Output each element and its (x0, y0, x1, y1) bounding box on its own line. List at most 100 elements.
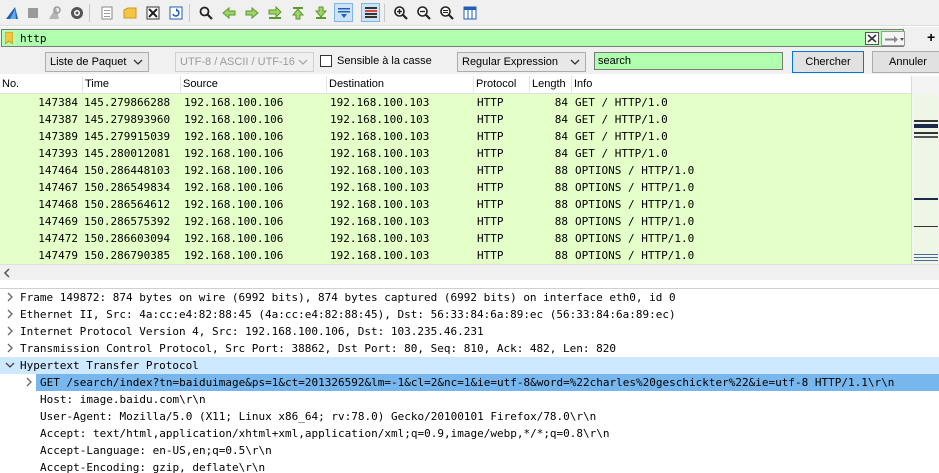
packet-protocol: HTTP (477, 164, 504, 177)
packet-row[interactable]: 147464 150.286448103 192.168.100.106 192… (0, 162, 911, 179)
gear-icon[interactable] (67, 3, 86, 22)
go-back-icon[interactable] (219, 3, 238, 22)
case-sensitive-checkbox[interactable] (320, 55, 332, 67)
go-first-icon[interactable] (288, 3, 307, 22)
tree-item-http-request-line[interactable]: GET /search/index?tn=baiduimage&ps=1&ct=… (0, 374, 939, 391)
chevron-down-icon[interactable] (5, 360, 15, 370)
tree-item-accept-encoding[interactable]: Accept-Encoding: gzip, deflate\r\n (0, 459, 939, 473)
main-toolbar (0, 0, 939, 26)
chevron-right-icon[interactable] (5, 309, 15, 319)
save-file-icon[interactable] (120, 3, 139, 22)
packet-row[interactable]: 147472 150.286603094 192.168.100.106 192… (0, 230, 911, 247)
packet-info: OPTIONS / HTTP/1.0 (575, 215, 695, 228)
packet-no: 147479 (38, 249, 78, 262)
search-input[interactable]: search (594, 52, 783, 70)
column-header-protocol[interactable]: Protocol (473, 76, 529, 94)
column-header-destination[interactable]: Destination (326, 76, 473, 94)
cancel-button[interactable]: Annuler (872, 51, 939, 73)
encoding-select[interactable]: UTF-8 / ASCII / UTF-16 (175, 52, 314, 72)
apply-filter-button[interactable] (881, 31, 905, 46)
restart-icon[interactable] (44, 3, 63, 22)
packet-row[interactable]: 147467 150.286549834 192.168.100.106 192… (0, 179, 911, 196)
packet-length: 88 (554, 249, 568, 262)
stop-icon[interactable] (23, 3, 42, 22)
tree-item-ipv4[interactable]: Internet Protocol Version 4, Src: 192.16… (0, 323, 939, 340)
display-filter-value: http (20, 32, 47, 45)
packet-time: 145.279915039 (84, 130, 171, 143)
chevron-right-icon[interactable] (5, 292, 15, 302)
packet-row[interactable]: 147468 150.286564612 192.168.100.106 192… (0, 196, 911, 213)
packet-time: 150.286448103 (84, 164, 171, 177)
packet-row[interactable]: 147393 145.280012081 192.168.100.106 192… (0, 145, 911, 162)
display-filter-bar: http + (0, 27, 939, 49)
search-type-select[interactable]: Regular Expression (457, 52, 586, 72)
packet-destination: 192.168.100.103 (330, 215, 430, 228)
tree-item-label: Frame 149872: 874 bytes on wire (6992 bi… (20, 291, 676, 304)
packet-protocol: HTTP (477, 181, 504, 194)
packet-source: 192.168.100.106 (184, 232, 284, 245)
zoom-out-icon[interactable] (414, 3, 433, 22)
find-icon[interactable] (196, 3, 215, 22)
packet-length: 84 (554, 113, 568, 126)
packet-row[interactable]: 147387 145.279893960 192.168.100.106 192… (0, 111, 911, 128)
packet-row[interactable]: 147384 145.279866288 192.168.100.106 192… (0, 94, 911, 111)
tree-item-ethernet[interactable]: Ethernet II, Src: 4a:cc:e4:82:88:45 (4a:… (0, 306, 939, 323)
reload-icon[interactable] (166, 3, 185, 22)
search-in-select[interactable]: Liste de Paquet (45, 52, 149, 72)
packet-time: 145.279866288 (84, 96, 171, 109)
chevron-right-icon[interactable] (24, 377, 34, 387)
column-header-no[interactable]: No. (0, 76, 80, 94)
chevron-right-icon[interactable] (5, 326, 15, 336)
tree-item-label: GET /search/index?tn=baiduimage&ps=1&ct=… (40, 376, 895, 389)
packet-row[interactable]: 147469 150.286575392 192.168.100.106 192… (0, 213, 911, 230)
packet-no: 147469 (38, 215, 78, 228)
packet-list: 147384 145.279866288 192.168.100.106 192… (0, 94, 911, 264)
open-file-icon[interactable] (97, 3, 116, 22)
chevron-right-icon[interactable] (5, 343, 15, 353)
packet-list-hscrollbar[interactable] (0, 264, 939, 280)
packet-source: 192.168.100.106 (184, 249, 284, 262)
packet-list-scrollbar[interactable] (911, 76, 939, 264)
colorize-icon[interactable] (361, 3, 380, 22)
packet-protocol: HTTP (477, 130, 504, 143)
tree-item-label: Accept-Language: en-US,en;q=0.5\r\n (40, 444, 272, 457)
case-sensitive-label: Sensible à la casse (337, 55, 432, 67)
column-header-source[interactable]: Source (180, 76, 326, 94)
autoscroll-icon[interactable] (334, 3, 353, 22)
zoom-reset-icon[interactable] (437, 3, 456, 22)
tree-item-frame[interactable]: Frame 149872: 874 bytes on wire (6992 bi… (0, 289, 939, 306)
tree-item-http[interactable]: Hypertext Transfer Protocol (0, 357, 939, 374)
tree-item-accept-language[interactable]: Accept-Language: en-US,en;q=0.5\r\n (0, 442, 939, 459)
zoom-in-icon[interactable] (391, 3, 410, 22)
go-forward-icon[interactable] (242, 3, 261, 22)
shark-fin-icon[interactable] (2, 3, 21, 22)
tree-item-user-agent[interactable]: User-Agent: Mozilla/5.0 (X11; Linux x86_… (0, 408, 939, 425)
resize-columns-icon[interactable] (460, 3, 479, 22)
go-last-icon[interactable] (311, 3, 330, 22)
chevron-left-icon[interactable] (3, 268, 11, 278)
pane-splitter[interactable] (0, 280, 939, 289)
packet-length: 84 (554, 96, 568, 109)
packet-destination: 192.168.100.103 (330, 198, 430, 211)
close-file-icon[interactable] (143, 3, 162, 22)
packet-protocol: HTTP (477, 198, 504, 211)
packet-length: 84 (554, 130, 568, 143)
packet-info: GET / HTTP/1.0 (575, 96, 668, 109)
display-filter-input[interactable]: http (1, 29, 905, 47)
go-to-packet-icon[interactable] (265, 3, 284, 22)
packet-info: OPTIONS / HTTP/1.0 (575, 232, 695, 245)
packet-row[interactable]: 147479 150.286790385 192.168.100.106 192… (0, 247, 911, 264)
clear-filter-icon[interactable] (865, 32, 879, 45)
column-header-length[interactable]: Length (529, 76, 571, 94)
chevron-down-icon (570, 59, 580, 65)
tree-item-tcp[interactable]: Transmission Control Protocol, Src Port:… (0, 340, 939, 357)
column-header-time[interactable]: Time (82, 76, 180, 94)
packet-row[interactable]: 147389 145.279915039 192.168.100.106 192… (0, 128, 911, 145)
packet-length: 88 (554, 198, 568, 211)
find-button[interactable]: Chercher (792, 51, 864, 73)
column-header-info[interactable]: Info (571, 76, 911, 94)
bookmark-icon[interactable] (5, 32, 13, 44)
add-filter-button[interactable]: + (927, 30, 935, 44)
tree-item-accept[interactable]: Accept: text/html,application/xhtml+xml,… (0, 425, 939, 442)
tree-item-host[interactable]: Host: image.baidu.com\r\n (0, 391, 939, 408)
